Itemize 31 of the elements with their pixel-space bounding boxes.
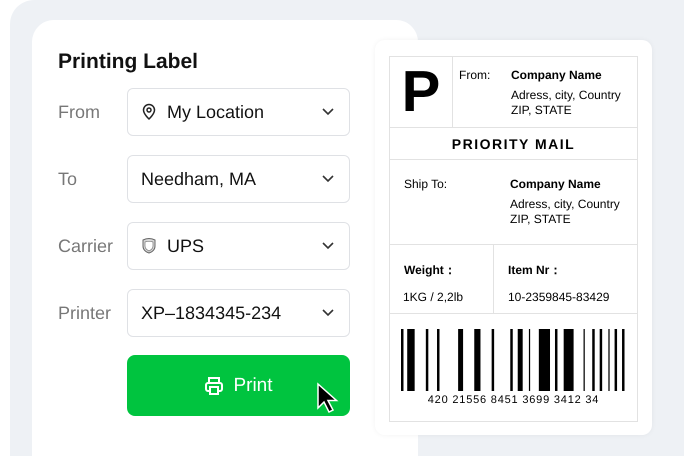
info-value: 10-2359845-83429	[508, 290, 610, 304]
field-label: To	[58, 168, 78, 190]
chevron-down-icon	[322, 108, 334, 116]
dropdown-field[interactable]: My Location	[127, 88, 350, 136]
field-label: Printer	[58, 302, 112, 324]
address-text: ZIP, STATE	[510, 212, 572, 227]
chevron-down-icon	[322, 175, 334, 183]
info-label: Item Nr：	[508, 262, 562, 279]
address-text: ZIP, STATE	[511, 103, 573, 118]
location-pin-icon	[141, 103, 157, 121]
dropdown-field[interactable]: XP–1834345-234	[127, 289, 350, 337]
shield-icon	[141, 237, 157, 255]
barcode-number: 420 21556 8451 3699 3412 34	[428, 394, 600, 406]
printer-icon	[204, 376, 224, 396]
service-title: PRIORITY MAIL	[390, 128, 637, 160]
priority-mark: P	[390, 57, 453, 127]
dropdown-field[interactable]: UPS	[127, 222, 350, 270]
chevron-down-icon	[322, 242, 334, 250]
chevron-down-icon	[322, 309, 334, 317]
address-text: Adress, city, Country	[511, 88, 621, 103]
company-name: Company Name	[510, 177, 602, 191]
field-label: From	[58, 102, 101, 122]
address-text: Adress, city, Country	[510, 197, 620, 212]
company-name: Company Name	[511, 68, 603, 82]
address-label: Ship To:	[404, 177, 448, 193]
form-title: Printing Label	[58, 50, 200, 74]
dropdown-field[interactable]: Needham, MA	[127, 155, 350, 203]
field-label: Carrier	[58, 236, 114, 256]
info-value: 1KG / 2,2lb	[403, 290, 464, 304]
address-label: From:	[459, 68, 492, 84]
info-label: Weight：	[404, 262, 457, 279]
